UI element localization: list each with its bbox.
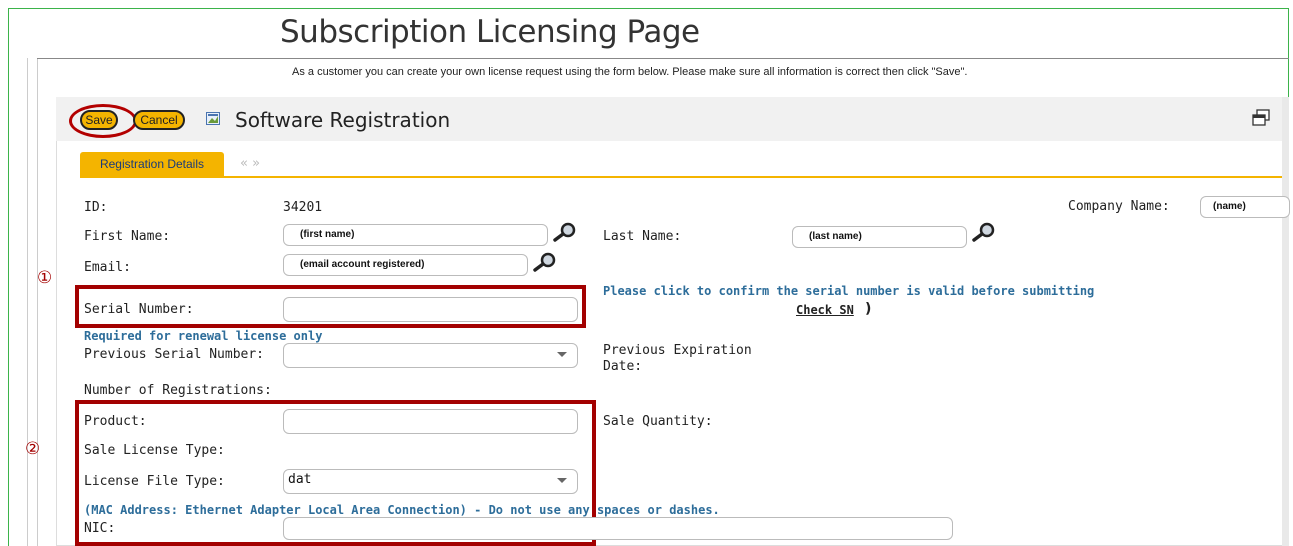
last-name-label: Last Name: [603,229,682,244]
popout-icon[interactable] [1251,109,1271,127]
tab-registration-details[interactable]: Registration Details [80,152,224,177]
renewal-note: Required for renewal license only [84,329,323,343]
email-input[interactable]: (email account registered) [283,254,528,276]
annotation-marker-2: ② [25,439,41,459]
first-name-label: First Name: [84,229,171,244]
nic-label: NIC: [84,521,116,536]
annotation-marker-1: ① [37,268,53,288]
company-name-input[interactable]: (name) [1200,196,1290,218]
magnifier-icon[interactable] [532,252,558,272]
form-title: Software Registration [235,108,451,132]
license-file-type-select[interactable]: dat [283,469,578,494]
chevron-down-icon [557,478,567,483]
previous-expiration-label-line2: Date: [603,359,643,374]
sale-quantity-label: Sale Quantity: [603,414,713,429]
email-label: Email: [84,260,131,275]
first-name-input[interactable]: (first name) [283,224,548,246]
license-file-type-value: dat [288,472,312,487]
company-name-label: Company Name: [1068,199,1170,214]
product-label: Product: [84,414,147,429]
last-name-input[interactable]: (last name) [792,226,967,248]
intro-text: As a customer you can create your own li… [292,66,968,78]
previous-serial-select[interactable] [283,343,578,368]
id-value: 34201 [283,200,323,215]
serial-instruction-note: Please click to confirm the serial numbe… [603,284,1095,298]
magnifier-icon[interactable] [552,222,578,242]
license-file-type-label: License File Type: [84,474,225,489]
cancel-button[interactable]: Cancel [133,110,185,130]
scrollbar[interactable] [1282,97,1289,546]
nic-input[interactable] [283,517,953,540]
sidebar-divider [37,58,38,546]
product-input[interactable] [283,409,578,434]
tab-underline [80,176,1289,178]
chevron-down-icon [557,352,567,357]
tab-nav-arrows[interactable]: « » [240,156,260,171]
sale-license-type-label: Sale License Type: [84,443,225,458]
previous-serial-label: Previous Serial Number: [84,347,265,362]
check-sn-button[interactable]: Check SN [796,303,854,317]
mac-address-note: (MAC Address: Ethernet Adapter Local Are… [84,503,720,517]
id-label: ID: [84,200,108,215]
title-divider [37,58,1289,59]
save-highlight-ring [69,104,137,138]
check-sn-button-edge: ) [865,301,872,317]
registration-icon [206,112,220,125]
page-title: Subscription Licensing Page [280,14,700,50]
number-of-registrations-label: Number of Registrations: [84,383,272,398]
magnifier-icon[interactable] [971,222,997,242]
sidebar-divider [27,58,28,546]
previous-expiration-label-line1: Previous Expiration [603,343,752,358]
serial-number-label: Serial Number: [84,302,194,317]
serial-number-input[interactable] [283,297,578,322]
